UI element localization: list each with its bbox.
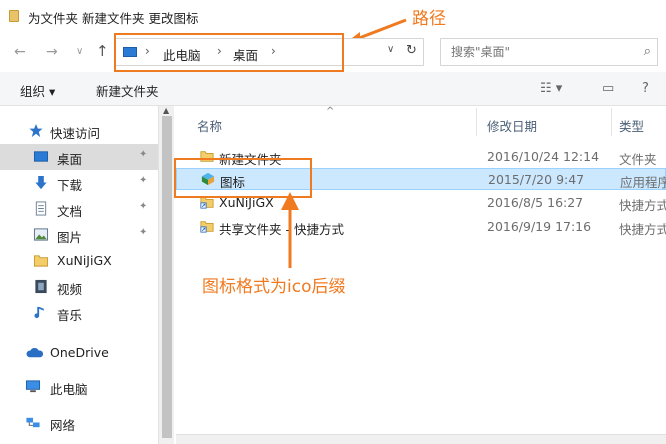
new-folder-button[interactable]: 新建文件夹: [96, 81, 159, 100]
view-options-icon[interactable]: ☷ ▾: [540, 81, 562, 96]
desktop-icon: [33, 151, 49, 162]
sidebar-item-label: OneDrive: [50, 345, 109, 360]
file-date: 2016/10/24 12:14: [487, 149, 600, 164]
table-row[interactable]: 共享文件夹 - 快捷方式 2016/9/19 17:16 快捷方式: [176, 216, 666, 238]
chevron-down-icon[interactable]: ∨: [387, 44, 394, 55]
refresh-icon[interactable]: ↻: [406, 43, 417, 58]
sidebar-item-label: XuNiJiGX: [57, 253, 112, 268]
window-title: 为文件夹 新建文件夹 更改图标: [28, 11, 199, 26]
sidebar-item-label: 图片: [57, 230, 83, 245]
video-icon: [35, 279, 47, 294]
pin-icon[interactable]: ✦: [139, 227, 147, 238]
sidebar-item-documents[interactable]: 文档 ✦: [0, 196, 158, 222]
address-highlight-box: [114, 33, 344, 72]
sidebar-item-label: 视频: [57, 282, 83, 297]
column-header-date[interactable]: 修改日期: [487, 116, 537, 135]
document-icon: [35, 201, 47, 216]
sidebar-item-desktop[interactable]: 桌面 ✦: [0, 144, 158, 170]
path-annotation-label: 路径: [412, 9, 446, 29]
icon-annotation-arrow-icon: [281, 192, 299, 268]
file-date: 2015/7/20 9:47: [488, 172, 585, 187]
sidebar-item-label: 音乐: [57, 308, 83, 323]
file-type: 快捷方式: [619, 198, 666, 213]
file-type: 快捷方式: [619, 222, 666, 237]
scroll-up-icon[interactable]: ▲: [163, 106, 169, 115]
sidebar-item-this-pc[interactable]: 此电脑: [0, 374, 158, 400]
help-icon[interactable]: ?: [642, 81, 649, 96]
sidebar-item-downloads[interactable]: 下载 ✦: [0, 170, 158, 196]
sidebar-item-label: 快速访问: [50, 126, 101, 141]
cloud-icon: [26, 347, 44, 358]
sidebar-item-label: 下载: [57, 178, 83, 193]
column-divider[interactable]: [476, 108, 477, 136]
chevron-down-icon[interactable]: ∨: [76, 46, 83, 57]
sidebar-scrollbar[interactable]: ▲: [158, 106, 174, 444]
pin-icon[interactable]: ✦: [139, 175, 147, 186]
star-icon: [29, 123, 43, 138]
horizontal-scrollbar[interactable]: [176, 434, 666, 444]
back-arrow-icon[interactable]: ←: [14, 44, 26, 60]
column-header-name[interactable]: 名称: [197, 116, 222, 135]
shortcut-folder-icon: [200, 221, 214, 233]
sidebar-item-videos[interactable]: 视频: [0, 274, 158, 300]
search-box[interactable]: ⌕: [440, 38, 658, 66]
search-icon[interactable]: ⌕: [644, 44, 651, 59]
computer-icon: [25, 380, 41, 393]
sidebar-item-label: 文档: [57, 204, 83, 219]
sort-ascending-icon: ^: [326, 106, 335, 117]
pin-icon[interactable]: ✦: [139, 201, 147, 212]
file-date: 2016/8/5 16:27: [487, 195, 584, 210]
folder-icon: [9, 10, 19, 22]
file-type: 应用程序: [620, 175, 666, 190]
sidebar-item-quick-access[interactable]: 快速访问: [0, 118, 158, 144]
up-arrow-icon[interactable]: ↑: [96, 42, 109, 60]
sidebar-item-label: 桌面: [57, 152, 83, 167]
music-icon: [34, 306, 44, 319]
sidebar-item-pictures[interactable]: 图片 ✦: [0, 222, 158, 248]
pin-icon[interactable]: ✦: [139, 149, 147, 160]
column-divider[interactable]: [611, 108, 612, 136]
toolbar: 组织 ▾ 新建文件夹 ☷ ▾ ▭ ?: [0, 72, 666, 106]
sidebar-item-onedrive[interactable]: OneDrive: [0, 340, 158, 366]
search-input[interactable]: [441, 39, 631, 65]
column-header-type[interactable]: 类型: [619, 116, 644, 135]
file-type: 文件夹: [619, 152, 657, 167]
preview-pane-icon[interactable]: ▭: [602, 81, 614, 96]
navigation-pane: 快速访问 桌面 ✦ 下载 ✦ 文档 ✦ 图片 ✦ XuNiJiGX 视频 音乐 …: [0, 106, 158, 444]
sidebar-item-music[interactable]: 音乐: [0, 300, 158, 326]
folder-icon: [33, 255, 49, 267]
forward-arrow-icon[interactable]: →: [46, 44, 58, 60]
picture-icon: [33, 228, 49, 241]
sidebar-item-xunijigx[interactable]: XuNiJiGX: [0, 248, 158, 274]
scrollbar-thumb[interactable]: [162, 116, 172, 438]
download-icon: [35, 175, 47, 190]
sidebar-item-network[interactable]: 网络: [0, 410, 158, 436]
sidebar-item-label: 此电脑: [50, 382, 88, 397]
file-date: 2016/9/19 17:16: [487, 219, 592, 234]
title-bar: 为文件夹 新建文件夹 更改图标: [0, 0, 666, 32]
sidebar-item-label: 网络: [50, 418, 76, 433]
icon-format-annotation-label: 图标格式为ico后缀: [202, 277, 346, 297]
organize-button[interactable]: 组织 ▾: [20, 81, 55, 100]
network-icon: [26, 417, 40, 428]
